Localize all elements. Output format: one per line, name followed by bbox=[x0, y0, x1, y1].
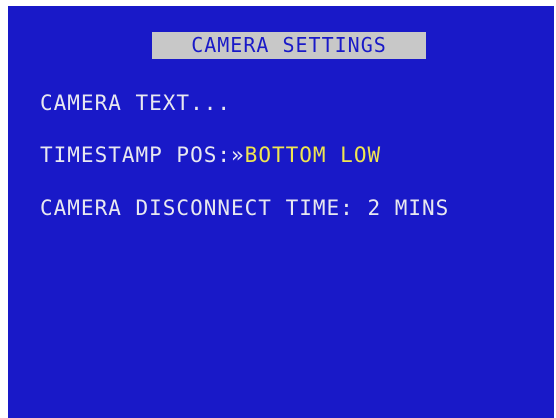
menu-item-camera-text[interactable]: CAMERA TEXT... bbox=[40, 90, 231, 116]
menu-item-label: CAMERA TEXT... bbox=[40, 91, 232, 115]
menu-item-label: TIMESTAMP POS: bbox=[40, 143, 232, 167]
disconnect-time-value[interactable]: 2 MINS bbox=[367, 196, 449, 220]
menu-title: CAMERA SETTINGS bbox=[152, 32, 426, 59]
timestamp-pos-value[interactable]: BOTTOM LOW bbox=[245, 143, 381, 167]
selection-cursor-icon: » bbox=[231, 143, 245, 167]
menu-item-timestamp-pos[interactable]: TIMESTAMP POS:»BOTTOM LOW bbox=[40, 142, 381, 168]
menu-item-label: CAMERA DISCONNECT TIME: bbox=[40, 196, 354, 220]
osd-menu-screen: CAMERA SETTINGS CAMERA TEXT... TIMESTAMP… bbox=[8, 6, 554, 418]
menu-item-camera-disconnect-time[interactable]: CAMERA DISCONNECT TIME: 2 MINS bbox=[40, 195, 449, 221]
